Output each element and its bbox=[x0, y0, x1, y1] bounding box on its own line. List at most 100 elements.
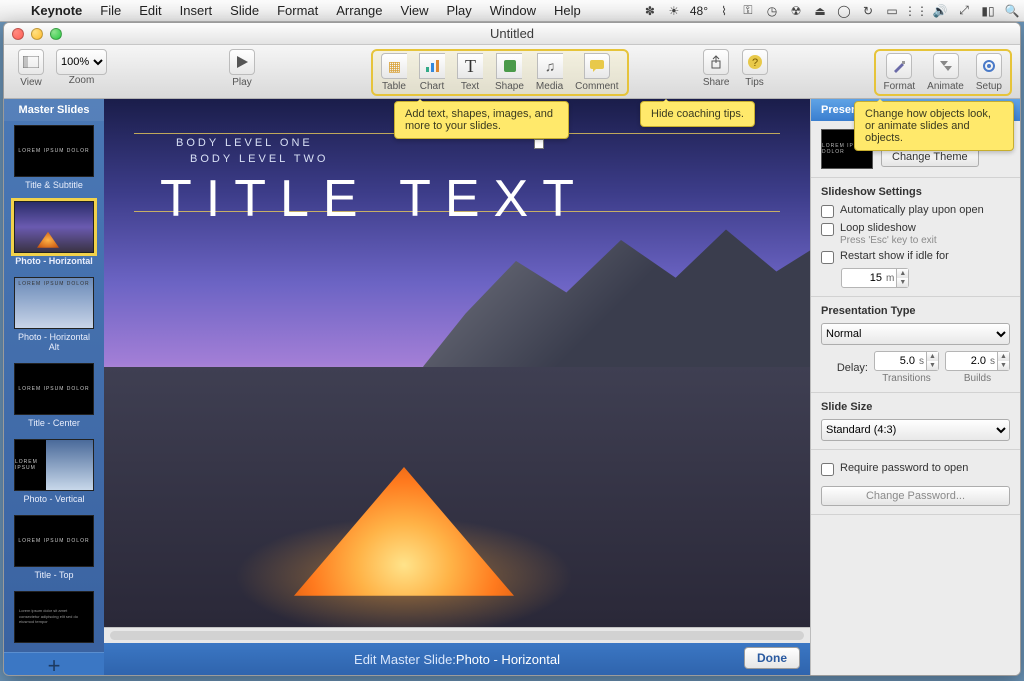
weather-icon[interactable]: ☀ bbox=[665, 2, 683, 20]
hazard-icon[interactable]: ☢ bbox=[787, 2, 805, 20]
volume-icon[interactable]: 🔊 bbox=[931, 2, 949, 20]
window-title: Untitled bbox=[4, 26, 1020, 41]
insert-group: ▦Table Chart TText Shape ♫Media Comment bbox=[371, 49, 629, 96]
master-thumb-4[interactable]: LOREM IPSUMPhoto - Vertical bbox=[13, 439, 95, 511]
presentation-type-select[interactable]: Normal bbox=[821, 323, 1010, 345]
battery-icon[interactable]: ▮▯ bbox=[979, 2, 997, 20]
play-button[interactable]: Play bbox=[229, 49, 255, 88]
presentation-type-section: Presentation Type Normal Delay: s ▲▼ Tra… bbox=[811, 297, 1020, 393]
menu-slide[interactable]: Slide bbox=[221, 3, 268, 18]
master-thumb-1[interactable]: Photo - Horizontal bbox=[13, 201, 95, 273]
edit-master-bar: Edit Master Slide: Photo - Horizontal Do… bbox=[104, 643, 810, 675]
temperature: 48° bbox=[686, 4, 712, 18]
circle-icon[interactable]: ◯ bbox=[835, 2, 853, 20]
done-button[interactable]: Done bbox=[744, 647, 800, 669]
media-button[interactable]: ♫Media bbox=[536, 53, 563, 92]
zoom-label: Zoom bbox=[69, 75, 95, 86]
chart-button[interactable]: Chart bbox=[419, 53, 445, 92]
selection-handle[interactable] bbox=[534, 139, 544, 149]
ptype-header: Presentation Type bbox=[821, 305, 1010, 317]
transition-delay-field[interactable]: s ▲▼ bbox=[874, 351, 939, 371]
setup-button[interactable]: Setup bbox=[976, 53, 1002, 92]
shape-button[interactable]: Shape bbox=[495, 53, 524, 92]
delay-label: Delay: bbox=[837, 362, 868, 374]
master-thumb-5[interactable]: LOREM IPSUM DOLORTitle - Top bbox=[13, 515, 95, 587]
master-slides-sidebar[interactable]: Master Slides LOREM IPSUM DOLORTitle & S… bbox=[4, 99, 104, 675]
close-window-button[interactable] bbox=[12, 28, 24, 40]
menu-edit[interactable]: Edit bbox=[130, 3, 170, 18]
sync-icon[interactable]: ◷ bbox=[763, 2, 781, 20]
tent-graphic bbox=[294, 467, 514, 607]
editbar-slide-name: Photo - Horizontal bbox=[456, 652, 560, 667]
coach-insert: Add text, shapes, images, and more to yo… bbox=[394, 101, 569, 139]
tips-button[interactable]: ?Tips bbox=[742, 49, 768, 88]
zoom-select[interactable]: 100% bbox=[56, 49, 107, 75]
horizontal-scrollbar[interactable] bbox=[104, 627, 810, 643]
canvas-area: BODY LEVEL ONE BODY LEVEL TWO TITLE TEXT… bbox=[104, 99, 810, 675]
keynote-window: Untitled View 100% Zoom Play ▦Table Char… bbox=[3, 22, 1021, 676]
require-password-checkbox[interactable]: Require password to open bbox=[821, 462, 1010, 476]
key-icon[interactable]: ⚿ bbox=[739, 2, 757, 20]
zoom-window-button[interactable] bbox=[50, 28, 62, 40]
format-button[interactable]: Format bbox=[884, 53, 916, 92]
loop-checkbox[interactable]: Loop slideshowPress 'Esc' key to exit bbox=[821, 222, 1010, 246]
zoom-control[interactable]: 100% Zoom bbox=[56, 49, 107, 86]
text-button[interactable]: TText bbox=[457, 53, 483, 92]
menu-format[interactable]: Format bbox=[268, 3, 327, 18]
animate-button[interactable]: Animate bbox=[927, 53, 964, 92]
slide-content[interactable]: BODY LEVEL ONE BODY LEVEL TWO TITLE TEXT bbox=[104, 99, 810, 627]
restart-idle-field[interactable]: m ▲▼ bbox=[841, 268, 909, 288]
slide-canvas[interactable]: BODY LEVEL ONE BODY LEVEL TWO TITLE TEXT bbox=[104, 99, 810, 627]
slideshow-section: Slideshow Settings Automatically play up… bbox=[811, 178, 1020, 297]
slide-size-select[interactable]: Standard (4:3) bbox=[821, 419, 1010, 441]
status-icon[interactable]: ✽ bbox=[641, 2, 659, 20]
inspector-group: Format Animate Setup bbox=[874, 49, 1013, 96]
timemachine-icon[interactable]: ↻ bbox=[859, 2, 877, 20]
comment-button[interactable]: Comment bbox=[575, 53, 618, 92]
size-header: Slide Size bbox=[821, 401, 1010, 413]
menu-view[interactable]: View bbox=[392, 3, 438, 18]
share-button[interactable]: Share bbox=[703, 49, 730, 88]
view-label: View bbox=[20, 77, 42, 88]
minimize-window-button[interactable] bbox=[31, 28, 43, 40]
inspector-panel: Presentation LOREM IPSUM DOLOR Photo Ess… bbox=[810, 99, 1020, 675]
menu-insert[interactable]: Insert bbox=[171, 3, 222, 18]
menu-help[interactable]: Help bbox=[545, 3, 590, 18]
play-label: Play bbox=[232, 77, 251, 88]
editbar-prefix: Edit Master Slide: bbox=[354, 652, 456, 667]
titlebar[interactable]: Untitled bbox=[4, 23, 1020, 45]
view-button[interactable]: View bbox=[18, 49, 44, 88]
menu-file[interactable]: File bbox=[91, 3, 130, 18]
master-thumb-2[interactable]: LOREM IPSUM DOLORPhoto - Horizontal Alt bbox=[13, 277, 95, 360]
master-thumb-6[interactable]: Lorem ipsum dolor sit amet consectetur a… bbox=[13, 591, 95, 652]
body-level-one[interactable]: BODY LEVEL ONE bbox=[176, 137, 313, 149]
macos-menubar: Keynote File Edit Insert Slide Format Ar… bbox=[0, 0, 1024, 22]
master-thumb-3[interactable]: LOREM IPSUM DOLORTitle - Center bbox=[13, 363, 95, 435]
fullscreen-icon[interactable]: ⤢ bbox=[955, 2, 973, 20]
spotlight-icon[interactable]: 🔍 bbox=[1003, 2, 1021, 20]
step-up[interactable]: ▲ bbox=[896, 269, 908, 278]
toolbar: View 100% Zoom Play ▦Table Chart TText S… bbox=[4, 45, 1020, 99]
wifi-icon[interactable]: ⋮⋮ bbox=[907, 2, 925, 20]
step-down[interactable]: ▼ bbox=[896, 278, 908, 287]
master-thumb-0[interactable]: LOREM IPSUM DOLORTitle & Subtitle bbox=[13, 125, 95, 197]
app-name[interactable]: Keynote bbox=[22, 3, 91, 18]
display-icon[interactable]: ▭ bbox=[883, 2, 901, 20]
change-password-button[interactable]: Change Password... bbox=[821, 486, 1010, 506]
slide-size-section: Slide Size Standard (4:3) bbox=[811, 393, 1020, 450]
auto-play-checkbox[interactable]: Automatically play upon open bbox=[821, 204, 1010, 218]
eject-icon[interactable]: ⏏ bbox=[811, 2, 829, 20]
slideshow-header: Slideshow Settings bbox=[821, 186, 1010, 198]
table-button[interactable]: ▦Table bbox=[381, 53, 407, 92]
transitions-label: Transitions bbox=[874, 373, 939, 384]
password-section: Require password to open Change Password… bbox=[811, 450, 1020, 515]
menu-arrange[interactable]: Arrange bbox=[327, 3, 391, 18]
add-slide-button[interactable]: + bbox=[4, 652, 104, 675]
rss-icon[interactable]: ⌇ bbox=[715, 2, 733, 20]
body-level-two[interactable]: BODY LEVEL TWO bbox=[190, 153, 328, 165]
menu-play[interactable]: Play bbox=[437, 3, 480, 18]
menu-window[interactable]: Window bbox=[481, 3, 545, 18]
build-delay-field[interactable]: s ▲▼ bbox=[945, 351, 1010, 371]
restart-checkbox[interactable]: Restart show if idle for bbox=[821, 250, 1010, 264]
title-text[interactable]: TITLE TEXT bbox=[160, 169, 588, 229]
